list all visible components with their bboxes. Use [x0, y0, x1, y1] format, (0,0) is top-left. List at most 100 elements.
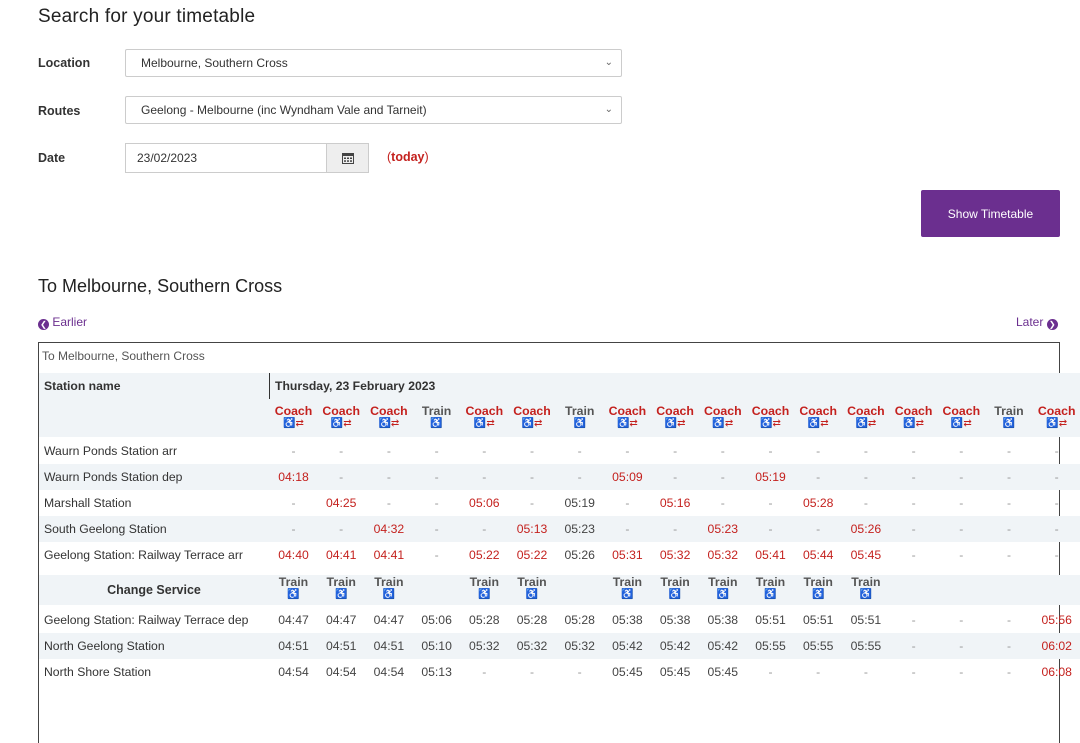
mode-label: Coach	[322, 404, 360, 418]
calendar-button[interactable]	[326, 143, 369, 173]
time-cell: 05:44	[802, 548, 834, 562]
change-mode-12: Train ♿	[795, 575, 842, 600]
time-cell: 05:32	[659, 548, 691, 562]
mode-label: Coach	[799, 404, 837, 418]
today-text: today	[391, 150, 425, 164]
time-cell: -	[386, 496, 391, 510]
mode-label: Train	[612, 575, 643, 589]
earlier-label: Earlier	[52, 315, 88, 329]
station-name: North Shore Station	[44, 665, 152, 679]
mode-label: Coach	[274, 404, 313, 418]
time-cell: 05:28	[802, 496, 834, 510]
time-cell: 05:56	[1041, 613, 1072, 627]
mode-label: Coach	[942, 404, 981, 418]
time-cell: 05:45	[659, 665, 691, 679]
wheelchair-transfer-icon: ♿⇄	[712, 418, 734, 429]
service-mode-1: Coach ♿⇄	[270, 404, 317, 429]
wheelchair-icon: ♿	[621, 589, 634, 600]
time-cell: -	[816, 470, 821, 484]
wheelchair-transfer-icon: ♿⇄	[1046, 418, 1068, 429]
station-name: Waurn Ponds Station arr	[44, 444, 177, 458]
time-cell: -	[1006, 470, 1012, 484]
change-mode-13: Train ♿	[842, 575, 889, 600]
time-cell: 04:25	[325, 496, 357, 510]
time-cell: 04:41	[373, 548, 405, 562]
chevron-left-icon: ❮	[38, 319, 49, 330]
wheelchair-transfer-icon: ♿⇄	[473, 418, 495, 429]
time-cell: -	[959, 444, 964, 458]
mode-label: Train	[803, 575, 833, 589]
time-cell: -	[959, 613, 964, 627]
wheelchair-icon: ♿	[382, 589, 396, 600]
time-cell: -	[959, 548, 964, 562]
time-cell: 05:32	[516, 639, 548, 653]
date-label: Date	[38, 151, 66, 165]
time-cell: 04:47	[373, 613, 405, 627]
station-name: Geelong Station: Railway Terrace dep	[44, 613, 249, 627]
time-cell: -	[768, 522, 773, 536]
time-cell: -	[482, 444, 487, 458]
change-mode-5: Train ♿	[461, 575, 508, 600]
location-label: Location	[38, 56, 91, 70]
time-cell: 05:28	[469, 613, 500, 627]
wheelchair-transfer-icon: ♿⇄	[664, 418, 686, 429]
time-cell: 05:06	[469, 496, 500, 510]
service-mode-14: Coach ♿⇄	[890, 404, 937, 429]
location-select[interactable]: Melbourne, Southern Cross ⌄	[125, 49, 622, 77]
service-mode-5: Coach ♿⇄	[461, 404, 508, 429]
time-cell: 06:08	[1041, 665, 1072, 679]
table-row: South Geelong Station - - 04:32 - - 05:13 05:23…	[39, 516, 1080, 542]
mode-label: Train	[851, 575, 881, 589]
time-cell: -	[863, 470, 868, 484]
mode-label: Train	[708, 575, 738, 589]
time-cell: -	[339, 470, 344, 484]
time-cell: 04:18	[278, 470, 309, 484]
time-cell: 05:38	[707, 613, 739, 627]
later-link[interactable]: Later ❯	[1016, 315, 1058, 330]
show-timetable-button[interactable]: Show Timetable	[921, 190, 1060, 237]
mode-label: Coach	[608, 404, 647, 418]
time-cell: -	[768, 444, 773, 458]
time-cell: 04:51	[278, 639, 309, 653]
service-mode-15: Coach ♿⇄	[938, 404, 985, 429]
change-mode-3: Train ♿	[365, 575, 412, 600]
service-mode-8: Coach ♿⇄	[604, 404, 651, 429]
time-cell: -	[1054, 548, 1059, 562]
time-cell: -	[386, 470, 391, 484]
chevron-right-icon: ❯	[1046, 319, 1058, 330]
change-mode-11: Train ♿	[747, 575, 794, 600]
wheelchair-icon: ♿	[764, 589, 777, 600]
calendar-icon	[342, 153, 354, 164]
time-cell: 04:54	[325, 665, 357, 679]
date-input[interactable]: 23/02/2023	[125, 143, 327, 173]
mode-label: Train	[660, 575, 690, 589]
time-cell: 04:51	[373, 639, 405, 653]
time-cell: -	[911, 496, 916, 510]
mode-label: Coach	[847, 404, 885, 418]
time-cell: 05:23	[564, 522, 595, 536]
time-cell: 05:23	[707, 522, 739, 536]
time-cell: 05:45	[850, 548, 882, 562]
routes-value: Geelong - Melbourne (inc Wyndham Vale an…	[141, 103, 427, 117]
time-cell: -	[577, 470, 582, 484]
time-cell: -	[720, 496, 725, 510]
time-cell: -	[673, 470, 678, 484]
mode-label: Train	[755, 575, 786, 589]
time-cell: 04:47	[278, 613, 309, 627]
chevron-down-icon: ⌄	[604, 57, 613, 68]
service-mode-13: Coach ♿⇄	[842, 404, 889, 429]
wheelchair-transfer-icon: ♿⇄	[378, 418, 400, 429]
time-cell: 05:42	[707, 639, 739, 653]
wheelchair-transfer-icon: ♿⇄	[950, 418, 972, 429]
earlier-link[interactable]: ❮ Earlier	[38, 315, 87, 330]
time-cell: -	[625, 444, 630, 458]
today-close: )	[424, 150, 429, 164]
date-header: Thursday, 23 February 2023	[275, 379, 436, 393]
routes-select[interactable]: Geelong - Melbourne (inc Wyndham Vale an…	[125, 96, 622, 124]
time-cell: 05:28	[564, 613, 595, 627]
table-row: Waurn Ponds Station arr - - - - - - - - - - - - - - - - -	[39, 438, 1080, 464]
table-row: North Geelong Station 04:51 04:51 04:51 05:1…	[39, 633, 1080, 659]
time-cell: 05:22	[516, 548, 548, 562]
time-cell: -	[434, 470, 439, 484]
wheelchair-icon: ♿	[716, 589, 730, 600]
